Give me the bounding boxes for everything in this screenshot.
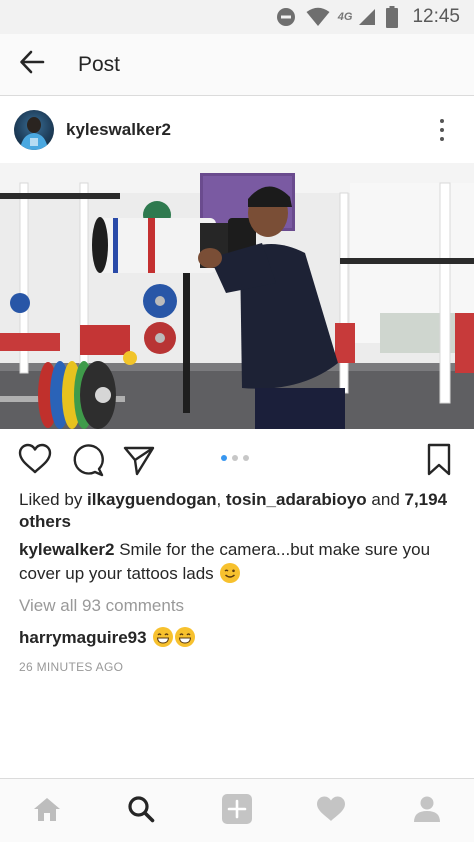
- vertical-dots-icon-dot: [440, 128, 444, 132]
- carousel-dot-active: [221, 455, 227, 461]
- post-timestamp: 26 MINUTES AGO: [19, 660, 124, 674]
- likes-separator: ,: [216, 490, 226, 509]
- profile-icon: [413, 795, 441, 828]
- heart-icon[interactable]: [18, 443, 52, 480]
- home-icon: [33, 796, 61, 827]
- carousel-dot: [232, 455, 238, 461]
- nav-add-post[interactable]: [190, 779, 284, 842]
- bookmark-icon[interactable]: [426, 443, 452, 482]
- liked-by-user[interactable]: tosin_adarabioyo: [226, 490, 367, 509]
- avatar[interactable]: [14, 109, 54, 150]
- likes-prefix: Liked by: [19, 490, 88, 509]
- comment-row: harrymaguire93: [19, 627, 196, 648]
- status-bar: 4G 12:45: [0, 0, 474, 34]
- carousel-dot: [243, 455, 249, 461]
- likes-line: Liked by ilkayguendogan, tosin_adarabioy…: [19, 489, 459, 533]
- back-button[interactable]: [0, 34, 64, 96]
- post-username[interactable]: kyleswalker2: [66, 120, 171, 140]
- clock: 12:45: [412, 6, 460, 27]
- do-not-disturb-icon: [276, 7, 296, 27]
- nav-home[interactable]: [0, 779, 94, 842]
- winking-face-emoji-icon: [220, 563, 241, 583]
- signal-icon: [358, 8, 376, 26]
- comment-icon[interactable]: [71, 443, 105, 482]
- arrow-left-icon: [19, 49, 45, 80]
- post-caption: kylewalker2 Smile for the camera...but m…: [19, 538, 464, 586]
- view-all-comments-link[interactable]: View all 93 comments: [19, 596, 184, 616]
- vertical-dots-icon-dot: [440, 137, 444, 141]
- post-actions: [0, 430, 474, 488]
- add-post-icon: [222, 793, 252, 829]
- nav-activity[interactable]: [284, 779, 378, 842]
- liked-by-user[interactable]: ilkayguendogan: [87, 490, 216, 509]
- nav-search[interactable]: [94, 779, 188, 842]
- more-options-button[interactable]: [430, 115, 454, 145]
- network-type: 4G: [337, 11, 353, 23]
- battery-icon: [386, 6, 399, 28]
- post-photo[interactable]: [0, 163, 474, 429]
- grinning-face-emoji-icon: [175, 627, 196, 647]
- post-header: kyleswalker2: [0, 97, 474, 162]
- search-icon: [127, 795, 155, 828]
- nav-profile[interactable]: [380, 779, 474, 842]
- wifi-icon: [306, 7, 330, 27]
- app-bar: Post: [0, 34, 474, 96]
- page-title: Post: [78, 52, 121, 76]
- likes-and: and: [366, 490, 405, 509]
- gym-photo-illustration: [0, 163, 474, 429]
- activity-heart-icon: [316, 795, 346, 828]
- vertical-dots-icon: [440, 119, 444, 123]
- grinning-face-emoji-icon: [153, 627, 174, 647]
- bottom-navigation: [0, 778, 474, 842]
- carousel-indicator: [221, 455, 249, 461]
- share-icon[interactable]: [122, 443, 156, 482]
- comment-username[interactable]: harrymaguire93: [19, 628, 147, 647]
- caption-username[interactable]: kylewalker2: [19, 540, 114, 559]
